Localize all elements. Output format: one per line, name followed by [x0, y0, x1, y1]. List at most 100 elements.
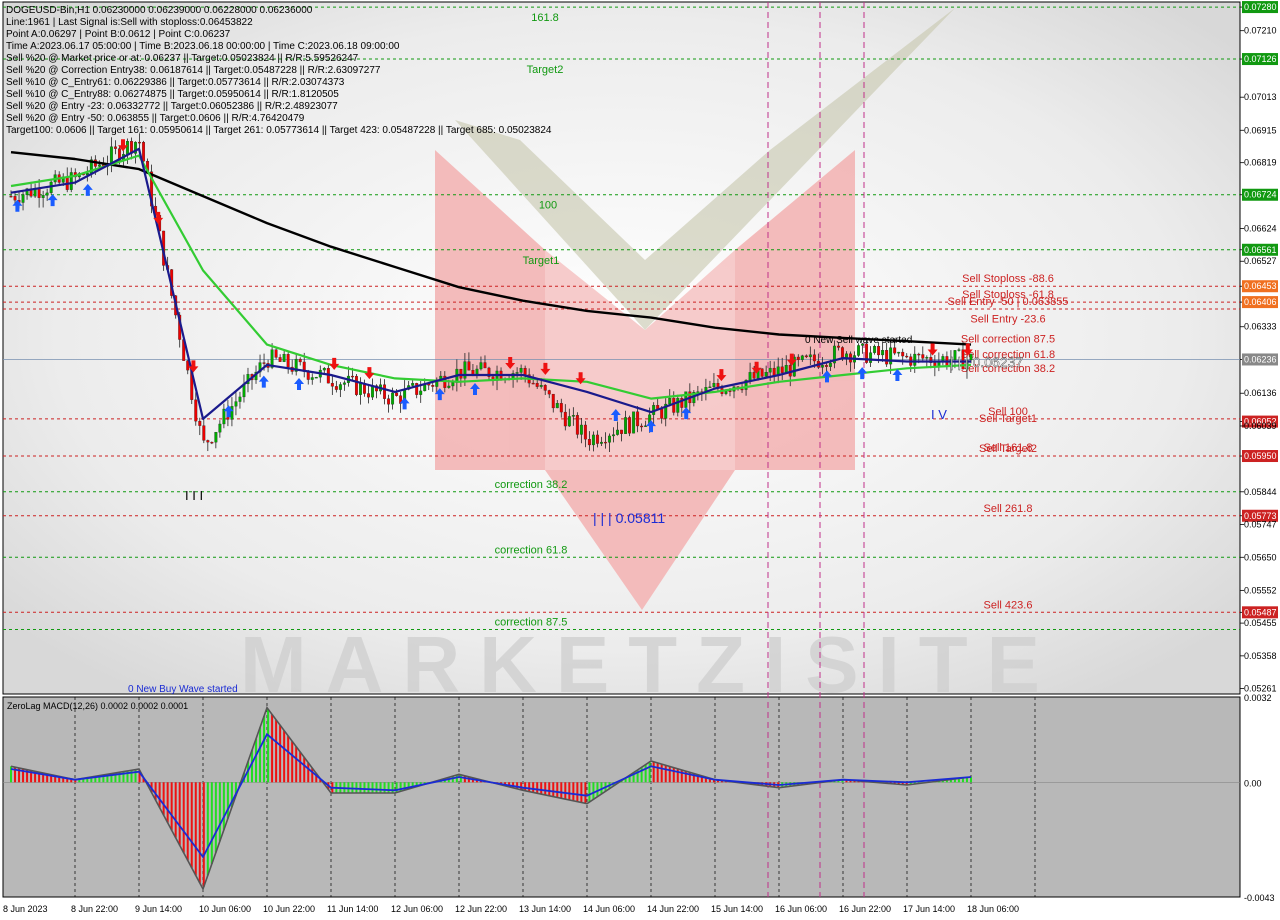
macd-tick-label: -0.0043 [1244, 893, 1275, 903]
candle-body [740, 388, 744, 391]
candle-body [350, 375, 354, 378]
chart-window[interactable]: MARKETZISITE 161.8 Target2 100 Target1 corre… [0, 0, 1280, 920]
candle-body [278, 357, 282, 362]
macd-histogram-bar [383, 782, 386, 793]
macd-histogram-bar [367, 782, 370, 793]
green-level-label: 161.8 [531, 12, 559, 24]
red-level-label: Sell 261.8 [984, 503, 1033, 515]
candle-body [636, 411, 640, 427]
red-level-label: Sell Entry -50 | 0.063855 [948, 296, 1069, 308]
macd-histogram-bar [564, 782, 567, 800]
candle-body [748, 372, 752, 381]
triple-bars-label: I I I [185, 488, 203, 503]
candle-body [575, 415, 579, 435]
candle-body [306, 371, 310, 380]
candle-body [941, 356, 945, 361]
red-level-label: Sell 423.6 [984, 599, 1033, 611]
macd-histogram-bar [644, 764, 647, 783]
macd-histogram-bar [463, 775, 466, 783]
macd-histogram-bar [524, 782, 527, 791]
green-level-label: Target2 [527, 64, 564, 76]
candle-body [571, 415, 575, 417]
macd-histogram-bar [194, 782, 197, 876]
candle-body [628, 417, 632, 434]
macd-histogram-bar [170, 782, 173, 831]
signal-info-line: Time A:2023.06.17 05:00:00 | Time B:2023… [6, 41, 400, 52]
candle-body [676, 398, 680, 413]
macd-histogram-bar [291, 741, 294, 783]
price-tag-label: 0.06561 [1244, 245, 1277, 255]
candle-body [893, 347, 897, 354]
candle-body [431, 385, 435, 387]
candle-body [459, 368, 463, 379]
price-tick-label: 0.06527 [1244, 256, 1277, 266]
candle-body [696, 391, 700, 393]
time-tick-label: 10 Jun 22:00 [263, 904, 315, 914]
macd-histogram-bar [379, 782, 382, 793]
candle-body [917, 353, 921, 356]
candle-body [668, 397, 672, 405]
candle-body [194, 399, 198, 422]
macd-histogram-bar [210, 782, 213, 864]
time-tick-label: 11 Jun 14:00 [327, 904, 378, 914]
macd-histogram-bar [556, 782, 559, 798]
price-tag-label: 0.06724 [1244, 190, 1277, 200]
symbol-line: DOGEUSD-Bin,H1 0.06230000 0.06239000 0.0… [6, 5, 313, 16]
macd-tick-label: 0.00 [1244, 778, 1262, 788]
candle-body [579, 424, 583, 435]
macd-histogram-bar [206, 782, 209, 876]
macd-histogram-bar [202, 782, 205, 887]
macd-histogram-bar [592, 782, 595, 800]
price-tick-label: 0.05358 [1244, 651, 1277, 661]
price-tag-label: 0.06406 [1244, 297, 1277, 307]
price-tick-label: 0.06039 [1244, 421, 1277, 431]
macd-histogram-bar [672, 767, 675, 783]
candle-body [21, 194, 25, 203]
candle-body [604, 441, 607, 444]
candle-body [728, 390, 732, 392]
buy-wave-label: 0 New Buy Wave started [128, 684, 238, 695]
time-tick-label: 14 Jun 06:00 [583, 904, 635, 914]
red-level-label: Sell Target1 [979, 413, 1037, 425]
candle-body [419, 390, 423, 395]
time-tick-label: 8 Jun 2023 [3, 904, 48, 914]
candle-body [37, 188, 41, 198]
macd-histogram-bar [226, 782, 229, 819]
candle-body [768, 367, 772, 373]
candle-body [708, 386, 712, 389]
macd-histogram-bar [198, 782, 201, 883]
candle-body [563, 411, 567, 427]
candle-body [873, 346, 877, 353]
candle-body [828, 362, 832, 367]
candle-body [780, 366, 784, 373]
macd-title: ZeroLag MACD(12,26) 0.0002 0.0002 0.0001 [7, 701, 188, 711]
macd-histogram-bar [371, 782, 374, 793]
candle-body [820, 365, 824, 368]
price-tick-label: 0.06624 [1244, 224, 1277, 234]
red-level-label: Sell Entry -23.6 [970, 314, 1045, 326]
candle-body [210, 441, 214, 444]
macd-histogram-bar [162, 782, 165, 816]
macd-histogram-bar [158, 782, 161, 808]
candle-body [286, 354, 290, 368]
candle-body [109, 146, 113, 164]
candle-body [857, 345, 860, 356]
candle-body [632, 411, 636, 434]
macd-histogram-bar [528, 782, 531, 792]
macd-histogram-bar [182, 782, 185, 853]
candle-body [600, 441, 603, 444]
candle-body [387, 398, 391, 405]
price-tick-label: 0.05552 [1244, 585, 1277, 595]
time-tick-label: 13 Jun 14:00 [519, 904, 571, 914]
macd-histogram-bar [560, 782, 563, 799]
macd-histogram-bar [307, 762, 310, 783]
macd-histogram-bar [387, 782, 390, 793]
candle-body [206, 440, 210, 443]
iv-label: I V [931, 407, 947, 422]
macd-histogram-bar [259, 727, 262, 783]
price-tag-label: 0.05950 [1244, 451, 1277, 461]
green-level-label: correction 38.2 [495, 479, 568, 491]
point-b-label: | | | 0.05811 [593, 510, 665, 526]
macd-histogram-bar [190, 782, 193, 868]
macd-histogram-bar [455, 774, 458, 783]
